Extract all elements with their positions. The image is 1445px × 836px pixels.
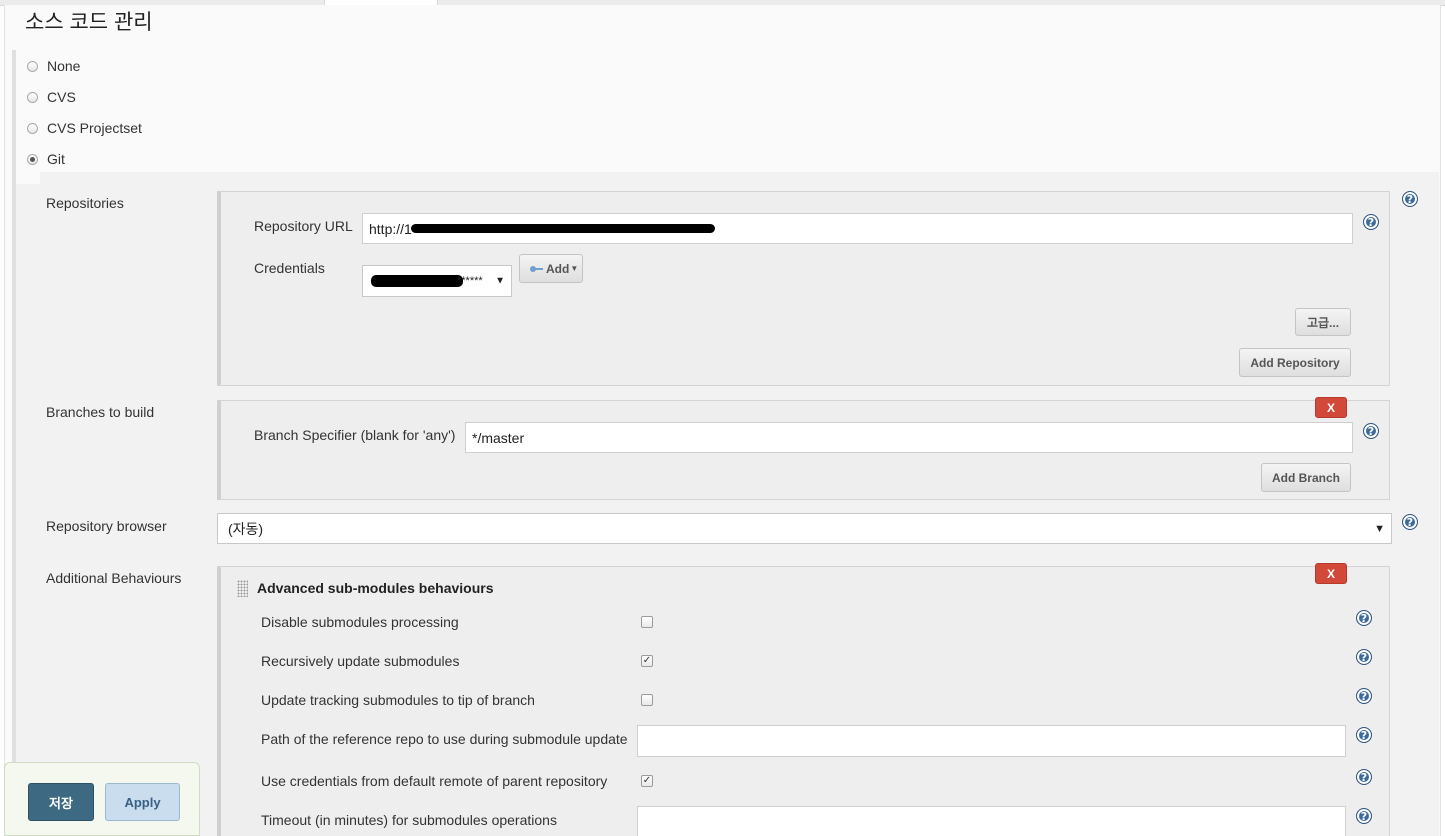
repository-url-label: Repository URL [254,218,353,234]
apply-button[interactable]: Apply [105,783,180,821]
branch-specifier-value: */master [472,429,525,446]
tracking-submodules-checkbox[interactable] [641,694,653,706]
delete-behaviour-button[interactable]: X [1315,563,1347,584]
recursive-update-checkbox[interactable]: ✓ [641,655,653,667]
branch-specifier-input[interactable]: */master [465,422,1353,453]
scm-option-label: CVS [47,89,76,105]
redaction-mark [371,275,463,287]
save-button[interactable]: 저장 [28,783,94,821]
credentials-value: ****** [457,275,483,287]
caret-down-icon: ▼ [495,275,505,287]
add-branch-button[interactable]: Add Branch [1261,463,1351,492]
behaviour-option-label: Use credentials from default remote of p… [261,773,608,789]
key-icon [530,265,544,273]
add-repository-button[interactable]: Add Repository [1239,348,1351,377]
help-icon[interactable]: ? [1356,727,1372,743]
scm-option-cvs[interactable]: CVS [27,87,76,107]
credentials-label: Credentials [254,260,325,276]
radio-cvs-projectset[interactable] [27,122,38,134]
behaviour-option-label: Recursively update submodules [261,653,460,669]
help-icon[interactable]: ? [1356,649,1372,665]
help-icon[interactable]: ? [1363,423,1379,439]
add-credentials-button[interactable]: Add ▼ [519,254,583,283]
scm-option-label: CVS Projectset [47,120,142,136]
help-icon[interactable]: ? [1356,610,1372,626]
repository-url-input[interactable]: http://1 [362,213,1353,244]
disable-submodules-checkbox[interactable] [641,616,653,628]
caret-down-icon: ▼ [1374,522,1385,535]
reference-repo-input[interactable] [637,725,1346,757]
repositories-label: Repositories [46,195,124,211]
scm-option-cvs-projectset[interactable]: CVS Projectset [27,118,142,138]
help-icon[interactable]: ? [1356,769,1372,785]
behaviour-option-label: Disable submodules processing [261,614,459,630]
behaviour-option-label: Update tracking submodules to tip of bra… [261,692,535,708]
scm-option-label: None [47,58,81,74]
branch-specifier-label: Branch Specifier (blank for 'any') [254,427,456,443]
behaviour-title: Advanced sub-modules behaviours [257,580,494,596]
drag-handle-icon[interactable] [237,580,248,597]
timeout-input[interactable] [637,806,1346,836]
redaction-mark [410,224,715,233]
behaviour-option-label: Timeout (in minutes) for submodules oper… [261,812,557,828]
repository-browser-select[interactable]: (자동) ▼ [217,513,1392,544]
scm-option-label: Git [47,151,65,167]
parent-credentials-checkbox[interactable]: ✓ [641,775,653,787]
scm-option-none[interactable]: None [27,56,80,76]
credentials-select[interactable]: ****** ▼ [362,265,512,297]
radio-none[interactable] [27,60,38,72]
repository-browser-value: (자동) [228,520,264,537]
help-icon[interactable]: ? [1356,688,1372,704]
radio-git[interactable] [27,153,38,165]
branches-label: Branches to build [46,404,155,420]
delete-branch-button[interactable]: X [1315,397,1347,418]
advanced-button[interactable]: 고급... [1295,308,1351,336]
radio-cvs[interactable] [27,91,38,103]
help-icon[interactable]: ? [1356,808,1372,824]
help-icon[interactable]: ? [1363,214,1379,230]
caret-down-icon: ▼ [570,264,579,273]
repository-browser-label: Repository browser [46,518,167,534]
repository-url-value: http://1 [369,220,412,237]
behaviour-option-label: Path of the reference repo to use during… [261,731,628,747]
additional-behaviours-label: Additional Behaviours [46,570,182,586]
add-credentials-label: Add [546,261,570,276]
scm-option-git[interactable]: Git [27,149,65,169]
help-icon[interactable]: ? [1402,514,1418,530]
section-title: 소스 코드 관리 [25,11,153,34]
help-icon[interactable]: ? [1402,191,1418,207]
